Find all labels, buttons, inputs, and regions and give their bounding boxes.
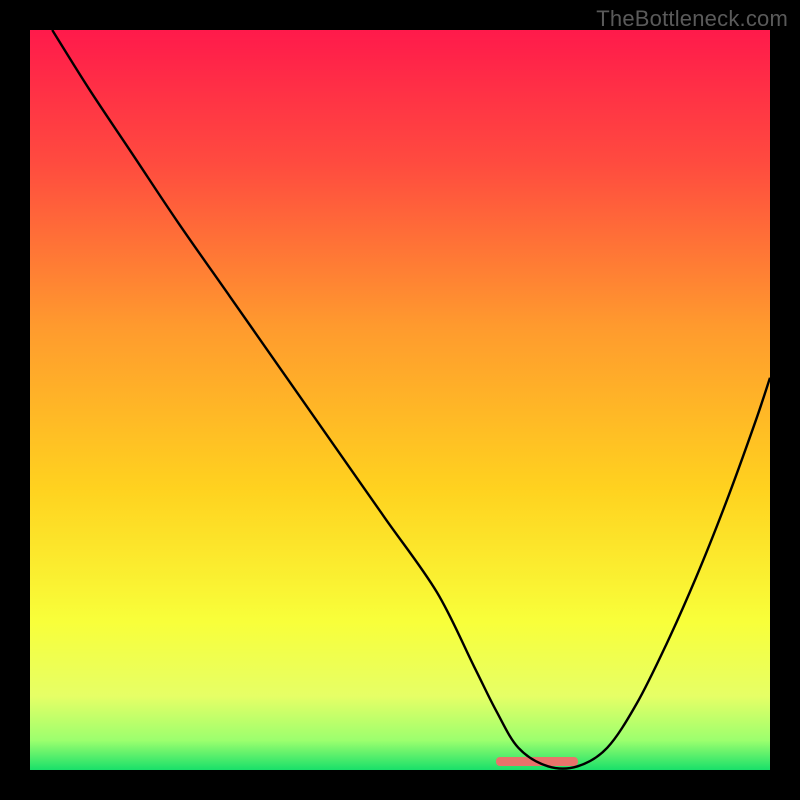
bottleneck-curve (30, 30, 770, 770)
watermark-text: TheBottleneck.com (596, 6, 788, 32)
curve-path (52, 30, 770, 769)
plot-area (30, 30, 770, 770)
chart-frame: TheBottleneck.com (0, 0, 800, 800)
